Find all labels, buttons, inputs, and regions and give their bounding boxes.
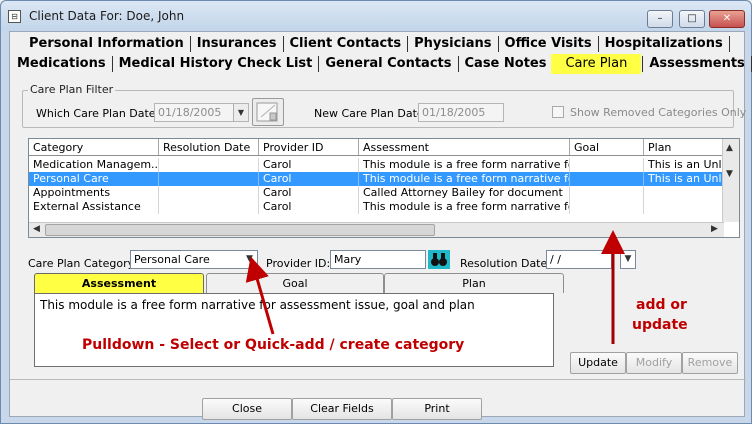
client-data-app-icon: ⊟: [8, 10, 21, 23]
client-data-window: ⊟ Client Data For: Doe, John – □ ✕ Perso…: [0, 0, 752, 424]
pulldown-arrow-icon: [245, 256, 275, 335]
client-area: Personal Information Insurances Client C…: [9, 31, 752, 420]
window-title: Client Data For: Doe, John: [29, 9, 185, 23]
annotation-arrows: [245, 230, 625, 344]
minimize-button[interactable]: –: [647, 10, 673, 28]
title-bar[interactable]: ⊟ Client Data For: Doe, John – □ ✕: [1, 1, 751, 31]
close-window-button[interactable]: ✕: [709, 10, 745, 28]
maximize-button[interactable]: □: [679, 10, 705, 28]
